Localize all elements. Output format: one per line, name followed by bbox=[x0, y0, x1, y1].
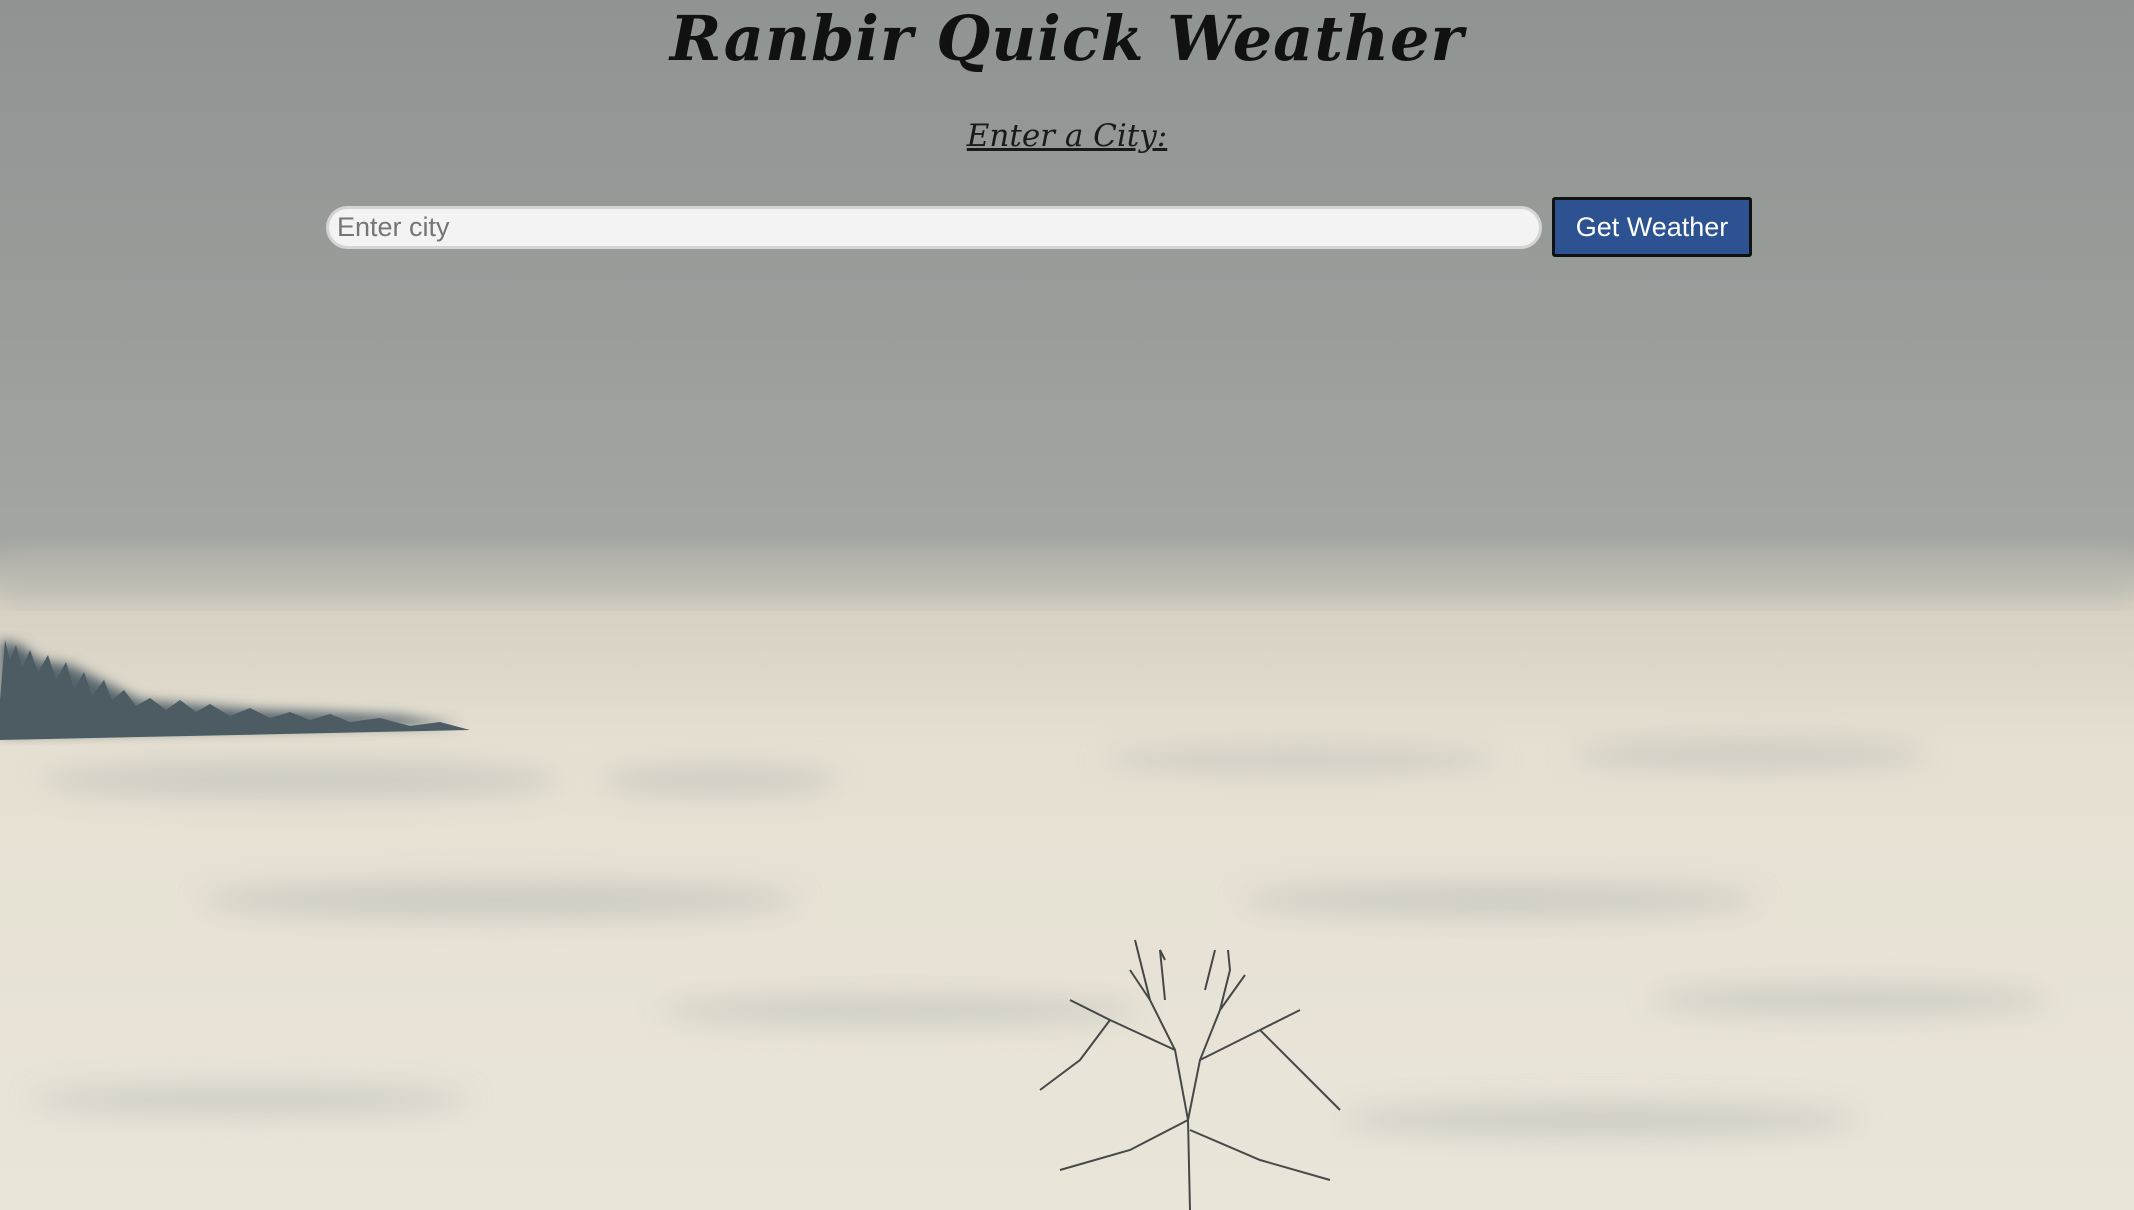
city-prompt-label: Enter a City: bbox=[966, 118, 1168, 154]
page-title: Ranbir Quick Weather bbox=[669, 2, 1465, 75]
search-form: Get Weather bbox=[326, 197, 1752, 257]
background-image bbox=[0, 0, 2134, 1210]
get-weather-button[interactable]: Get Weather bbox=[1552, 197, 1752, 257]
city-search-input[interactable] bbox=[326, 206, 1542, 249]
